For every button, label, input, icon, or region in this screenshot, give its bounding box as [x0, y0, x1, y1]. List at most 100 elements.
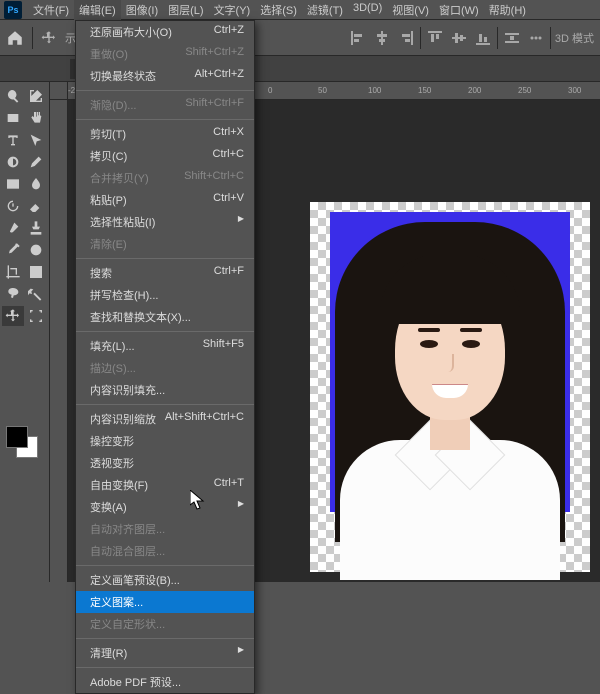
home-icon[interactable] [6, 29, 24, 47]
menu-图层l[interactable]: 图层(L) [163, 0, 208, 20]
brush-tool[interactable] [2, 218, 24, 238]
menu-选择s[interactable]: 选择(S) [255, 0, 302, 20]
align-top-icon[interactable] [425, 28, 445, 48]
frame-tool[interactable] [26, 262, 48, 282]
marquee-icon [28, 308, 44, 324]
menu-item[interactable]: 拼写检查(H)... [76, 284, 254, 306]
menu-item: 自动混合图层... [76, 540, 254, 562]
eraser-icon [28, 198, 44, 214]
move-tool-icon[interactable] [41, 30, 57, 46]
fg-color[interactable] [6, 426, 28, 448]
ruler-vertical [50, 100, 68, 582]
wand-tool[interactable] [26, 284, 48, 304]
menu-编辑e[interactable]: 编辑(E) [74, 0, 121, 20]
menu-item[interactable]: 变换(A)▶ [76, 496, 254, 518]
marquee-tool[interactable] [26, 306, 48, 326]
blur-tool[interactable] [26, 174, 48, 194]
move-tool[interactable] [2, 306, 24, 326]
menu-item[interactable]: 定义图案... [76, 591, 254, 613]
menu-文件f[interactable]: 文件(F) [28, 0, 74, 20]
menu-item-label: 还原画布大小(O) [90, 24, 172, 40]
stamp-icon [28, 220, 44, 236]
align-middle-v-icon[interactable] [449, 28, 469, 48]
menu-item[interactable]: 剪切(T)Ctrl+X [76, 123, 254, 145]
menu-shortcut: Shift+Ctrl+C [184, 170, 244, 186]
menu-item-label: 内容识别填充... [90, 382, 165, 398]
gradient-icon [5, 176, 21, 192]
ruler-tick: 50 [318, 86, 327, 95]
menu-item[interactable]: Adobe PDF 预设... [76, 671, 254, 693]
edit-tool[interactable] [26, 86, 48, 106]
path-tool[interactable] [26, 130, 48, 150]
menu-item[interactable]: 粘贴(P)Ctrl+V [76, 189, 254, 211]
lasso-tool[interactable] [2, 284, 24, 304]
more-icon[interactable] [526, 28, 546, 48]
menu-item[interactable]: 还原画布大小(O) Ctrl+Z [76, 21, 254, 43]
menu-separator [76, 404, 254, 405]
menu-窗口w[interactable]: 窗口(W) [434, 0, 484, 20]
menu-item-label: 自动对齐图层... [90, 521, 165, 537]
distribute-icon[interactable] [502, 28, 522, 48]
type-icon [5, 132, 21, 148]
menu-item-label: 定义图案... [90, 594, 143, 610]
eraser-tool[interactable] [26, 196, 48, 216]
align-center-h-icon[interactable] [372, 28, 392, 48]
menu-3dd[interactable]: 3D(D) [348, 0, 387, 20]
divider [497, 27, 498, 49]
menu-item[interactable]: 填充(L)...Shift+F5 [76, 335, 254, 357]
menu-item[interactable]: 自由变换(F)Ctrl+T [76, 474, 254, 496]
align-bottom-icon[interactable] [473, 28, 493, 48]
color-swatch[interactable] [4, 426, 44, 462]
dodge-tool[interactable] [2, 152, 24, 172]
menu-shortcut: Ctrl+Z [214, 24, 244, 40]
eyedrop-tool[interactable] [2, 240, 24, 260]
ruler-tick: 100 [368, 86, 381, 95]
menu-item[interactable]: 查找和替换文本(X)... [76, 306, 254, 328]
menu-shortcut: Ctrl+T [214, 477, 244, 493]
menu-item[interactable]: 选择性粘贴(I)▶ [76, 211, 254, 233]
menu-shortcut: Shift+Ctrl+F [185, 97, 244, 113]
menu-item[interactable]: 内容识别填充... [76, 379, 254, 401]
menu-item[interactable]: 透视变形 [76, 452, 254, 474]
spot-tool[interactable] [26, 240, 48, 260]
history-tool[interactable] [2, 196, 24, 216]
rect-tool[interactable] [2, 108, 24, 128]
menu-item[interactable]: 清理(R)▶ [76, 642, 254, 664]
crop-tool[interactable] [2, 262, 24, 282]
menu-item: 描边(S)... [76, 357, 254, 379]
align-left-icon[interactable] [348, 28, 368, 48]
menu-item-label: 描边(S)... [90, 360, 136, 376]
menu-item[interactable]: 操控变形 [76, 430, 254, 452]
menu-帮助h[interactable]: 帮助(H) [484, 0, 531, 20]
zoom-icon [5, 88, 21, 104]
menu-视图v[interactable]: 视图(V) [387, 0, 434, 20]
menu-图像i[interactable]: 图像(I) [121, 0, 163, 20]
menu-item[interactable]: 搜索Ctrl+F [76, 262, 254, 284]
menu-item-label: 剪切(T) [90, 126, 126, 142]
menu-item[interactable]: 拷贝(C)Ctrl+C [76, 145, 254, 167]
pen-tool[interactable] [26, 152, 48, 172]
menu-滤镜t[interactable]: 滤镜(T) [302, 0, 348, 20]
stamp-tool[interactable] [26, 218, 48, 238]
menubar: Ps 文件(F)编辑(E)图像(I)图层(L)文字(Y)选择(S)滤镜(T)3D… [0, 0, 600, 20]
ruler-tick: 300 [568, 86, 581, 95]
menu-item-label: 定义自定形状... [90, 616, 165, 632]
zoom-tool[interactable] [2, 86, 24, 106]
menu-item[interactable]: 内容识别缩放Alt+Shift+Ctrl+C [76, 408, 254, 430]
ruler-tick: 200 [468, 86, 481, 95]
pen-icon [28, 154, 44, 170]
menu-文字y[interactable]: 文字(Y) [209, 0, 256, 20]
rect-icon [5, 110, 21, 126]
align-right-icon[interactable] [396, 28, 416, 48]
frame-icon [28, 264, 44, 280]
menu-item-label: 透视变形 [90, 455, 134, 471]
menu-item-label: 内容识别缩放 [90, 411, 156, 427]
menu-item-label: 粘贴(P) [90, 192, 127, 208]
menu-item[interactable]: 定义画笔预设(B)... [76, 569, 254, 591]
menu-item-label: Adobe PDF 预设... [90, 674, 181, 690]
type-tool[interactable] [2, 130, 24, 150]
gradient-tool[interactable] [2, 174, 24, 194]
menu-separator [76, 119, 254, 120]
hand-tool[interactable] [26, 108, 48, 128]
menu-item[interactable]: 切换最终状态Alt+Ctrl+Z [76, 65, 254, 87]
